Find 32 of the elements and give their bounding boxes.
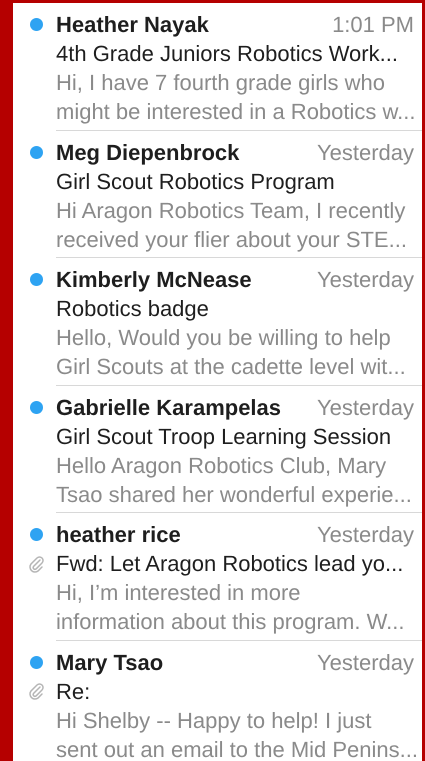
message-time: Yesterday (316, 138, 414, 166)
message-preview: sent out an email to the Mid Penins... (56, 736, 418, 761)
message-preview: received your flier about your STE... (56, 226, 407, 254)
message-time: Yesterday (316, 394, 414, 422)
sender-name: Meg Diepenbrock (56, 138, 240, 166)
message-subject: Re: (56, 678, 90, 706)
sender-name: Heather Nayak (56, 11, 209, 39)
message-time: Yesterday (316, 521, 414, 549)
sender-name: Gabrielle Karampelas (56, 394, 282, 422)
paperclip-icon (28, 682, 44, 700)
message-preview: Hi Aragon Robotics Team, I recently (56, 196, 406, 224)
message-preview: information about this program. W... (56, 608, 404, 636)
message-preview: Hi, I have 7 fourth grade girls who (56, 69, 385, 97)
message-preview: Hi, I’m interested in more (56, 579, 301, 607)
message-preview: Hello Aragon Robotics Club, Mary (56, 452, 386, 480)
message-preview: Hello, Would you be willing to help (56, 324, 391, 352)
message-time: 1:01 PM (332, 11, 414, 39)
message-subject: Fwd: Let Aragon Robotics lead yo... (56, 550, 404, 578)
message-subject: Girl Scout Robotics Program (56, 168, 335, 196)
message-subject: 4th Grade Juniors Robotics Work... (56, 40, 398, 68)
message-subject: Girl Scout Troop Learning Session (56, 422, 392, 450)
message-subject: Robotics badge (56, 295, 209, 323)
sender-name: Kimberly McNease (56, 266, 252, 294)
message-preview: Girl Scouts at the cadette level wit... (56, 353, 406, 381)
message-time: Yesterday (316, 266, 414, 294)
sender-name: heather rice (56, 521, 181, 549)
message-preview: Hi Shelby -- Happy to help! I just (56, 706, 372, 734)
sender-name: Mary Tsao (56, 648, 164, 676)
message-preview: Tsao shared her wonderful experie... (56, 480, 412, 508)
paperclip-icon (28, 554, 44, 572)
message-preview: might be interested in a Robotics w... (56, 98, 416, 126)
message-time: Yesterday (316, 648, 414, 676)
